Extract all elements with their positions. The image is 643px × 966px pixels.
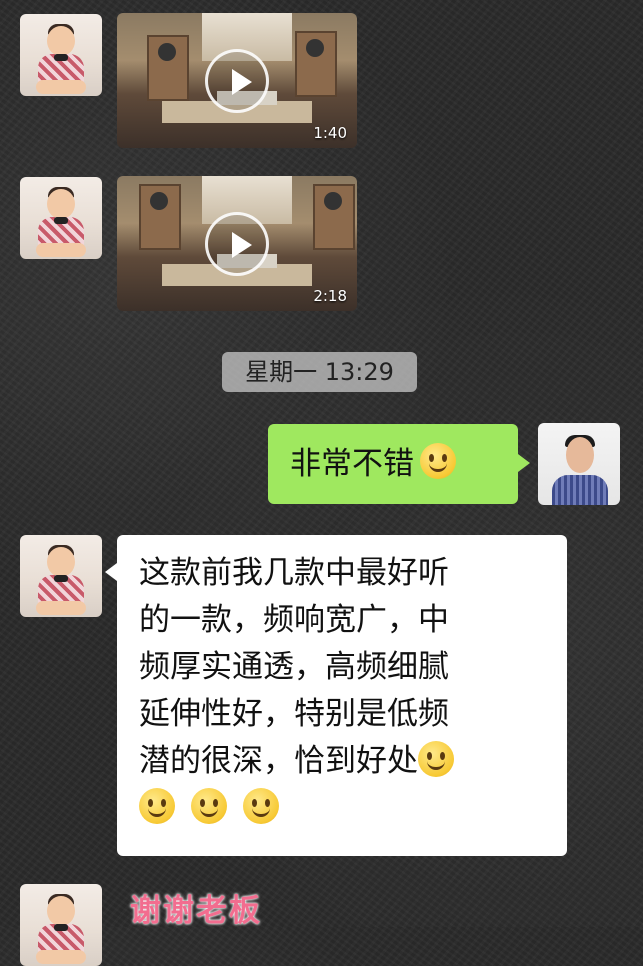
contact-avatar[interactable]	[20, 884, 102, 966]
smiley-emoji-icon	[190, 788, 227, 824]
video-duration: 1:40	[313, 124, 347, 142]
message-line: 延伸性好，特别是低频	[139, 696, 449, 732]
video-message[interactable]: 1:40	[117, 13, 357, 148]
smiley-emoji-icon	[242, 788, 279, 824]
contact-avatar[interactable]	[20, 535, 102, 617]
chat-timestamp: 星期一 13:29	[222, 352, 417, 392]
my-avatar[interactable]	[538, 423, 620, 505]
play-icon[interactable]	[205, 211, 269, 276]
play-icon[interactable]	[205, 48, 269, 113]
message-text: 非常不错	[290, 446, 414, 482]
incoming-message-bubble[interactable]: 这款前我几款中最好听 的一款，频响宽广，中 频厚实通透，高频细腻 延伸性好，特别…	[105, 535, 567, 856]
message-line: 潜的很深，恰到好处	[139, 743, 418, 779]
message-line: 的一款，频响宽广，中	[139, 602, 449, 638]
outgoing-message-bubble[interactable]: 非常不错	[268, 424, 530, 504]
smiley-emoji-icon	[420, 443, 456, 479]
video-duration: 2:18	[313, 287, 347, 305]
contact-avatar[interactable]	[20, 177, 102, 259]
contact-avatar[interactable]	[20, 14, 102, 96]
overlay-caption: 谢谢老板	[130, 893, 262, 929]
message-line: 频厚实通透，高频细腻	[139, 649, 449, 685]
message-line: 这款前我几款中最好听	[139, 555, 449, 591]
video-message[interactable]: 2:18	[117, 176, 357, 311]
smiley-emoji-icon	[139, 788, 175, 824]
smiley-emoji-icon	[418, 741, 454, 777]
